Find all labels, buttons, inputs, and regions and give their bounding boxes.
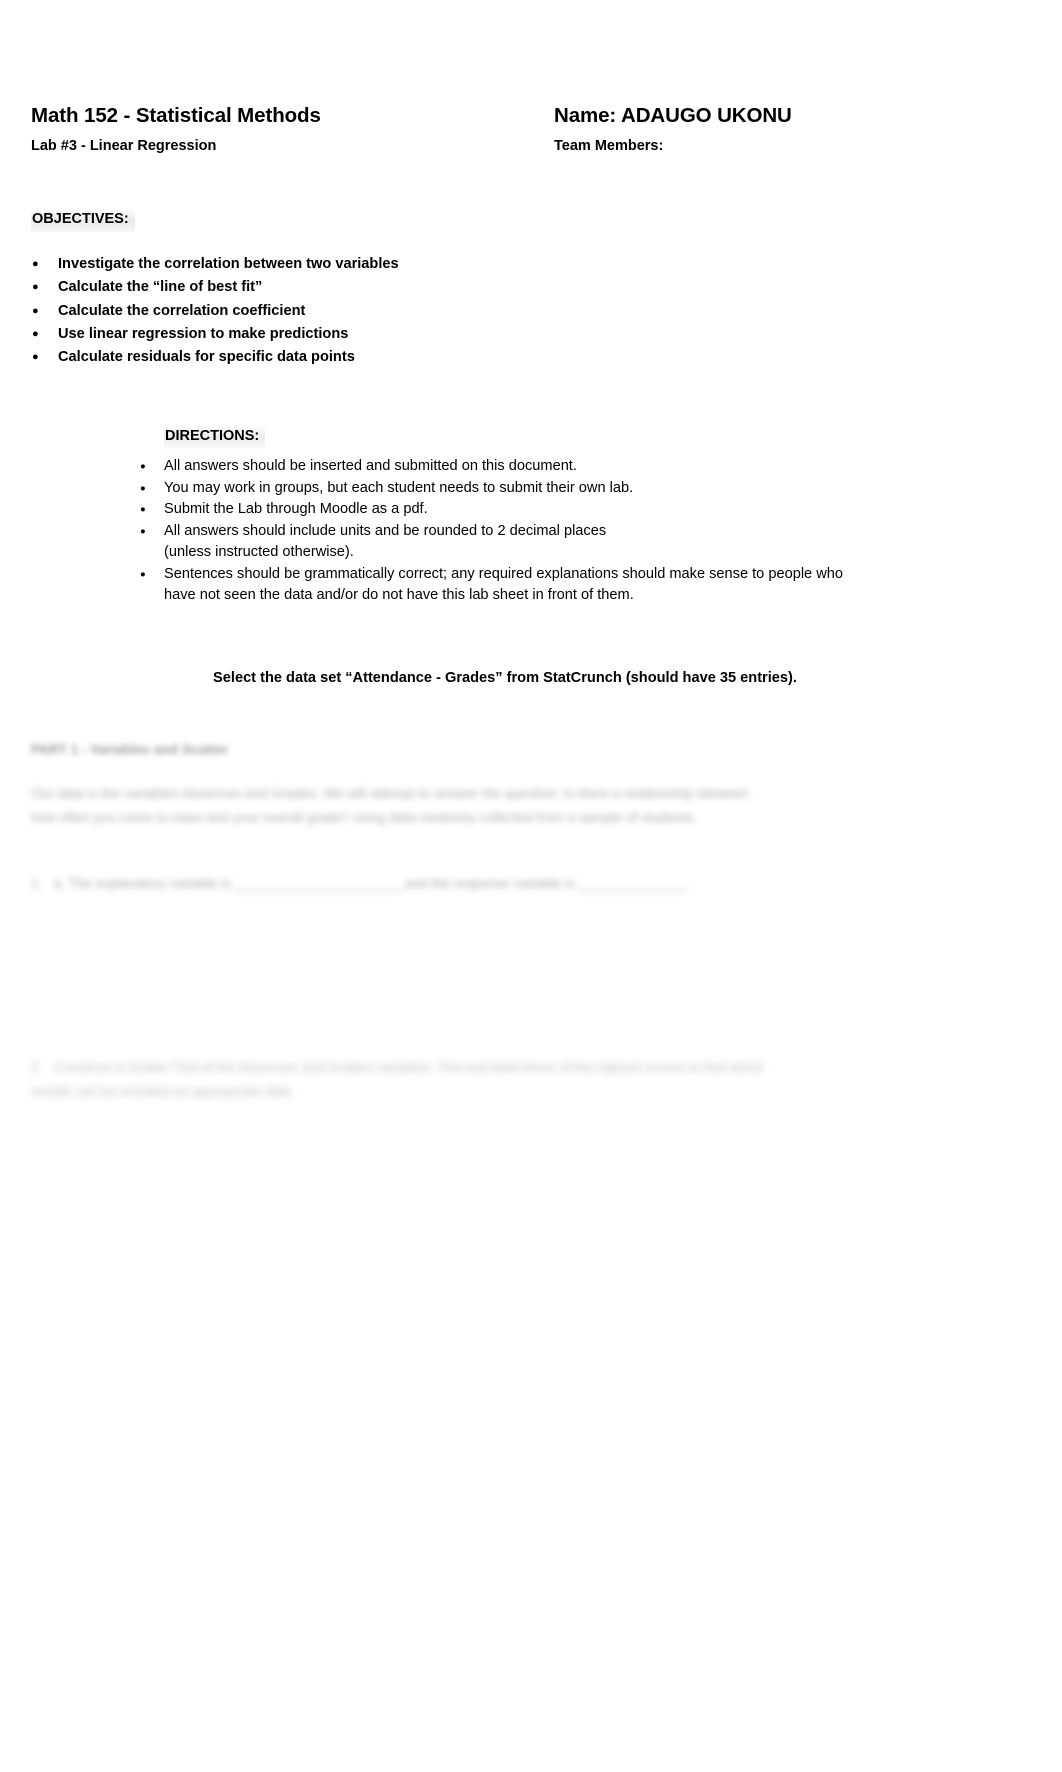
list-item: Calculate the “line of best fit” xyxy=(31,276,731,300)
lab-subtitle: Lab #3 - Linear Regression xyxy=(31,138,217,154)
redacted-part-heading: PART 1 - Variables and Scatter xyxy=(31,742,228,757)
directions-list: All answers should be inserted and submi… xyxy=(137,449,857,607)
list-item: All answers should include units and be … xyxy=(137,521,857,564)
document-header: Math 152 - Statistical Methods Lab #3 - … xyxy=(0,104,1062,174)
list-item: Calculate the correlation coefficient xyxy=(31,300,731,324)
list-item: Sentences should be grammatically correc… xyxy=(137,564,857,607)
objectives-list: Investigate the correlation between two … xyxy=(31,232,731,370)
document-page: Math 152 - Statistical Methods Lab #3 - … xyxy=(0,0,1062,1772)
list-item: Submit the Lab through Moodle as a pdf. xyxy=(137,499,857,521)
course-title: Math 152 - Statistical Methods xyxy=(31,104,321,127)
dataset-instruction: Select the data set “Attendance - Grades… xyxy=(213,670,797,686)
redacted-question-two: 2. Construct a Scatter Plot of the Absen… xyxy=(31,1060,768,1099)
header-left-column: Math 152 - Statistical Methods Lab #3 - … xyxy=(31,104,531,156)
list-item: Calculate residuals for specific data po… xyxy=(31,346,731,370)
directions-heading: DIRECTIONS: xyxy=(164,425,266,449)
header-right-column: Name: ADAUGO UKONU Team Members: xyxy=(554,104,1034,156)
list-item: Investigate the correlation between two … xyxy=(31,253,731,277)
objectives-heading: OBJECTIVES: xyxy=(31,208,135,232)
list-item: Use linear regression to make prediction… xyxy=(31,323,731,347)
list-item: All answers should be inserted and submi… xyxy=(137,456,857,478)
objectives-section: OBJECTIVES: Investigate the correlation … xyxy=(31,208,731,370)
directions-section: DIRECTIONS: All answers should be insert… xyxy=(137,425,857,607)
student-name-field: Name: ADAUGO UKONU xyxy=(554,104,792,127)
list-item: You may work in groups, but each student… xyxy=(137,478,857,500)
team-members-field: Team Members: xyxy=(554,138,664,154)
redacted-intro-paragraph: Our data is the variables Absences and G… xyxy=(31,786,753,825)
redacted-question-one: 1. a. The explanatory variable is ______… xyxy=(31,876,689,891)
